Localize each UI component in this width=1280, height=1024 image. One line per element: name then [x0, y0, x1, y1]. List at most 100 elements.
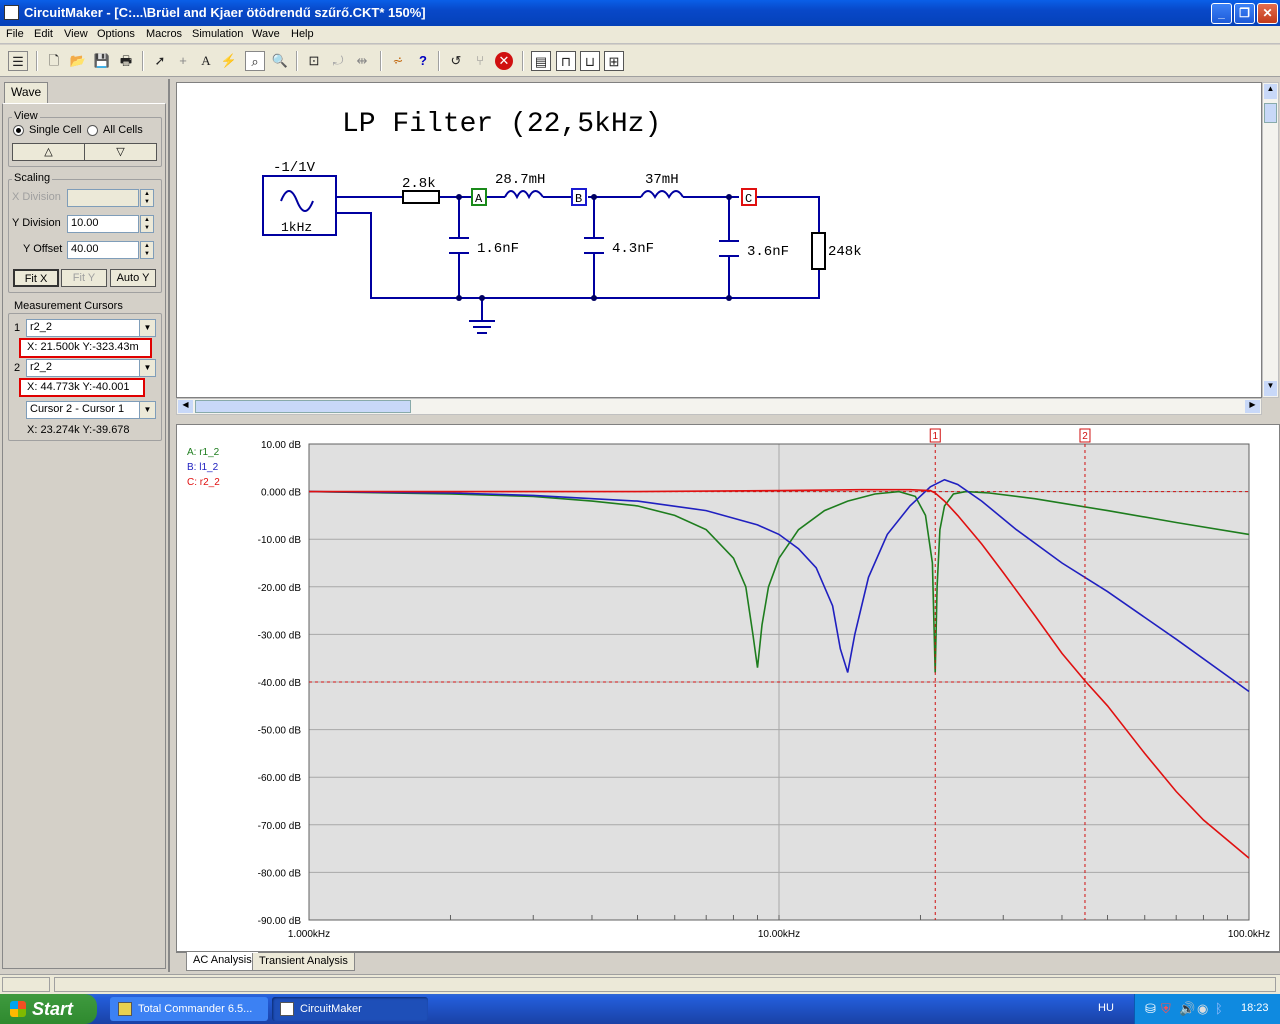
probe-tool-icon[interactable]: ⌕ [245, 51, 265, 71]
toolbar-separator [438, 51, 440, 71]
y-offset-input[interactable]: 40.00 [67, 241, 139, 259]
source-frequency-label: 1kHz [281, 220, 312, 235]
menu-wave[interactable]: Wave [252, 28, 280, 40]
cursor1-select[interactable]: r2_2 ▼ [26, 319, 156, 337]
tray-network-icon[interactable]: ⛁ [1145, 1001, 1156, 1017]
new-file-icon[interactable]: 🗋 [44, 51, 64, 71]
bus-tool-icon[interactable]: ⚡ [219, 51, 239, 71]
step-icon[interactable]: ⑂ [470, 51, 490, 71]
tray-volume-icon[interactable]: 🔊 [1179, 1001, 1195, 1017]
x-division-input[interactable] [67, 189, 139, 207]
schematic-area[interactable]: LP Filter (22,5kHz) -1/1V 1kHz A B C 2.8… [176, 82, 1262, 398]
y-division-spinner[interactable]: ▲ ▼ [140, 215, 154, 233]
vertical-scrollbar[interactable]: ▲ ▼ [1262, 82, 1279, 398]
language-indicator[interactable]: HU [1098, 1002, 1114, 1014]
chevron-down-icon[interactable]: ▼ [139, 320, 155, 336]
scroll-down-icon[interactable]: ▼ [1264, 381, 1277, 396]
toolbar-separator [296, 51, 298, 71]
x-division-label: X Division [12, 191, 61, 203]
tray-shield-icon[interactable]: ⛨ [1161, 1001, 1171, 1017]
reset-icon[interactable]: ↺ [446, 51, 466, 71]
menu-edit[interactable]: Edit [34, 28, 53, 40]
x-division-spinner[interactable]: ▲ ▼ [140, 189, 154, 207]
save-icon[interactable]: 💾 [92, 51, 112, 71]
fit-x-button[interactable]: Fit X [13, 269, 59, 287]
close-button[interactable]: ✕ [1257, 3, 1278, 24]
window-title: CircuitMaker - [C:...\Brüel and Kjaer öt… [24, 5, 426, 20]
text-tool-icon[interactable]: A [196, 51, 216, 71]
menu-file[interactable]: File [6, 28, 24, 40]
legend-entry: C: r2_2 [187, 477, 220, 488]
menu-view[interactable]: View [64, 28, 88, 40]
windows-logo-icon [10, 1001, 26, 1017]
status-bar [0, 974, 1280, 994]
scroll-right-icon[interactable]: ▶ [1245, 400, 1260, 413]
arrow-tool-icon[interactable]: ➚ [150, 51, 170, 71]
panel-toggle-icon[interactable]: ☰ [8, 51, 28, 71]
digital-sim-icon[interactable]: ⩫ [388, 51, 408, 71]
tab-transient-analysis[interactable]: Transient Analysis [252, 953, 355, 971]
toolbar-separator [522, 51, 524, 71]
resistor-r1[interactable] [402, 190, 440, 204]
resistor-rload[interactable] [811, 232, 826, 270]
y-tick-labels: 10.00 dB 0.000 dB -10.00 dB -20.00 dB -30.00… [258, 440, 302, 927]
taskbar-item-total-commander[interactable]: Total Commander 6.5... [110, 997, 268, 1021]
open-folder-icon[interactable]: 📂 [68, 51, 88, 71]
wire-tool-icon[interactable]: + [173, 51, 193, 71]
app-icon[interactable] [4, 5, 19, 20]
menu-macros[interactable]: Macros [146, 28, 182, 40]
print-icon[interactable]: 🖶 [116, 51, 136, 71]
menu-options[interactable]: Options [97, 28, 135, 40]
taskbar-item-circuitmaker[interactable]: CircuitMaker [272, 997, 428, 1021]
cursor2-select[interactable]: r2_2 ▼ [26, 359, 156, 377]
y-tick-label: -80.00 dB [258, 868, 302, 879]
probe-a-label: A [475, 192, 483, 206]
analysis-tabs: AC Analysis Transient Analysis [176, 952, 1280, 972]
zoom-icon[interactable]: 🔍 [270, 51, 290, 71]
y-offset-spinner[interactable]: ▲ ▼ [140, 241, 154, 259]
start-button[interactable]: Start [0, 994, 97, 1024]
zoom-fit-icon[interactable]: ⊡ [304, 51, 324, 71]
start-label: Start [32, 999, 74, 1019]
y-division-input[interactable]: 10.00 [67, 215, 139, 233]
cell-up-button[interactable]: △ [12, 143, 85, 161]
menu-simulation[interactable]: Simulation [192, 28, 243, 40]
scroll-thumb[interactable] [195, 400, 411, 413]
auto-y-button[interactable]: Auto Y [110, 269, 156, 287]
menu-help[interactable]: Help [291, 28, 314, 40]
scroll-thumb[interactable] [1264, 103, 1277, 123]
split-window-icon[interactable]: ⊞ [604, 51, 624, 71]
mirror-icon[interactable]: ⇹ [352, 51, 372, 71]
cursor2-select-value: r2_2 [30, 361, 53, 373]
tab-wave[interactable]: Wave [4, 82, 49, 104]
window-tile-icon[interactable]: ▤ [531, 51, 551, 71]
chevron-down-icon[interactable]: ▼ [139, 360, 155, 376]
rotate-icon[interactable]: ⤾ [328, 51, 348, 71]
cursor-diff-select[interactable]: Cursor 2 - Cursor 1 ▼ [26, 401, 156, 419]
all-cells-radio[interactable] [87, 125, 98, 136]
fit-y-button[interactable]: Fit Y [61, 269, 107, 287]
wave-window-icon[interactable]: ⊓ [556, 51, 576, 71]
scroll-up-icon[interactable]: ▲ [1264, 84, 1277, 99]
restore-button[interactable]: ❐ [1234, 3, 1255, 24]
scroll-left-icon[interactable]: ◀ [178, 400, 193, 413]
horizontal-scrollbar[interactable]: ◀ ▶ [176, 398, 1262, 415]
y-tick-label: -90.00 dB [258, 916, 302, 927]
stop-icon[interactable]: ✕ [495, 52, 513, 70]
scaling-group-label: Scaling [12, 172, 53, 184]
tab-ac-analysis[interactable]: AC Analysis [186, 952, 259, 971]
y-division-label: Y Division [12, 217, 61, 229]
chevron-down-icon[interactable]: ▼ [139, 402, 155, 418]
wave-plot[interactable]: 10.00 dB 0.000 dB -10.00 dB -20.00 dB -30.00… [176, 424, 1280, 952]
tray-bluetooth-icon[interactable]: ᛒ [1215, 1001, 1223, 1016]
single-cell-radio[interactable] [13, 125, 24, 136]
l1-value: 28.7mH [495, 172, 545, 188]
cell-down-button[interactable]: ▽ [84, 143, 157, 161]
schematic-title: LP Filter (22,5kHz) [342, 109, 661, 140]
minimize-button[interactable]: _ [1211, 3, 1232, 24]
probe-c-label: C [745, 192, 752, 206]
tray-device-icon[interactable]: ◉ [1197, 1001, 1208, 1017]
total-commander-icon [118, 1002, 132, 1016]
analysis-window-icon[interactable]: ⊔ [580, 51, 600, 71]
help-icon[interactable]: ? [413, 51, 433, 71]
